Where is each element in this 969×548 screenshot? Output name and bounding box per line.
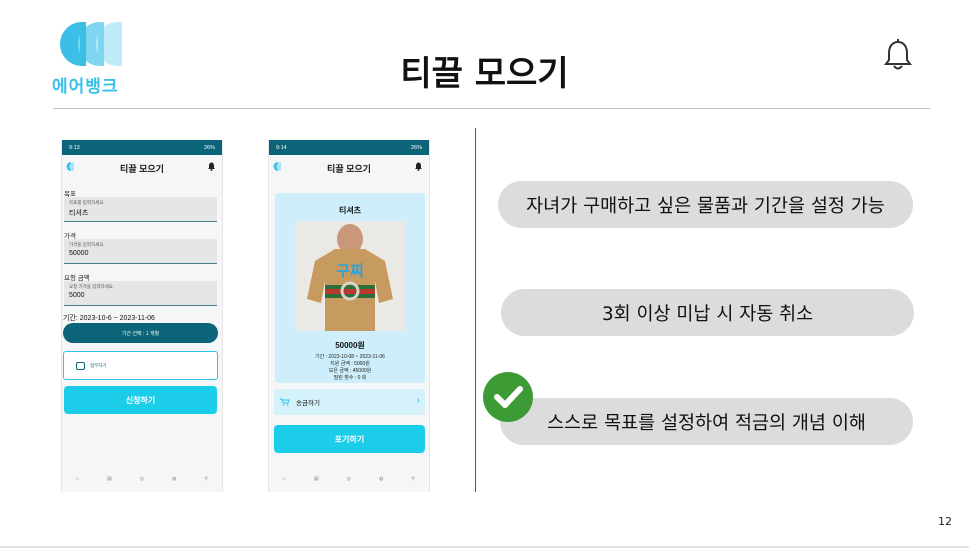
status-time: 9:13: [69, 144, 80, 151]
mini-logo-icon: [66, 162, 74, 171]
detail-missed: 밀린 횟수 : 0 회: [333, 375, 367, 381]
feature-pill-2: 3회 이상 미납 시 자동 취소: [501, 289, 914, 336]
nav-home-icon[interactable]: ⌂: [76, 476, 79, 482]
nav-person-icon[interactable]: ⚲: [204, 476, 208, 482]
app-bar: 티끌 모으기: [269, 155, 429, 181]
price-value: 50000: [69, 250, 89, 257]
bottom-nav: ⌂ ▤ ◎ ◍ ⚲: [62, 476, 222, 482]
request-value: 5000: [69, 292, 85, 299]
shirt-print-text: 구찌: [336, 262, 364, 280]
detail-collected: 모은 금액 : 45000원: [328, 368, 372, 374]
goal-field[interactable]: 목표를 입력하세요. 티셔츠: [64, 197, 217, 222]
period-text: 기간: 2023-10-6 ~ 2023-11-06: [63, 315, 155, 322]
item-name: 티셔츠: [338, 206, 362, 215]
app-title: 티끌 모으기: [327, 163, 371, 174]
nav-home-icon[interactable]: ⌂: [283, 476, 286, 482]
attach-label: 첨부하기: [90, 362, 107, 368]
nav-chat-icon[interactable]: ◎: [347, 476, 351, 482]
goal-placeholder: 목표를 입력하세요.: [69, 200, 105, 205]
bell-icon[interactable]: [884, 38, 912, 72]
item-price: 50000원: [335, 341, 365, 350]
mini-logo-icon: [273, 162, 281, 171]
check-circle-icon: [483, 372, 533, 422]
mini-bell-icon[interactable]: [415, 162, 422, 171]
submit-button[interactable]: 신청하기: [64, 386, 217, 414]
status-bar: 9:13 26%: [62, 140, 222, 155]
tshirt-photo-icon: 구찌: [295, 221, 405, 331]
detail-support: 지원 금액 : 5000원: [330, 361, 370, 367]
price-placeholder: 가격을 입력하세요.: [69, 242, 105, 247]
page-number: 12: [938, 515, 952, 528]
status-battery: 26%: [203, 144, 215, 151]
chevron-right-icon: ›: [416, 395, 420, 406]
nav-list-icon[interactable]: ▤: [107, 476, 112, 482]
phone-screenshot-detail: 9:14 26% 티끌 모으기 티셔츠 구찌 50000원 기간: 2023-…: [268, 140, 430, 492]
request-amount-field[interactable]: 요청 가격을 입력하세요. 5000: [64, 281, 217, 306]
status-bar: 9:14 26%: [269, 140, 429, 155]
nav-list-icon[interactable]: ▤: [314, 476, 319, 482]
product-image: 구찌: [295, 221, 405, 331]
status-time: 9:14: [276, 144, 287, 151]
cart-icon: [280, 398, 290, 406]
nav-pig-icon[interactable]: ◍: [172, 476, 176, 482]
app-title: 티끌 모으기: [120, 163, 164, 174]
nav-chat-icon[interactable]: ◎: [140, 476, 144, 482]
status-battery: 26%: [410, 144, 422, 151]
bottom-nav: ⌂ ▤ ◎ ◍ ⚲: [269, 476, 429, 482]
goal-card: 티셔츠 구찌 50000원 기간 : 2023-10-08 ~ 2023-11-…: [275, 193, 425, 383]
mini-bell-icon[interactable]: [208, 162, 215, 171]
vertical-divider: [475, 128, 476, 492]
send-money-button[interactable]: 송금하기 ›: [274, 389, 425, 415]
detail-period: 기간 : 2023-10-08 ~ 2023-11-06: [315, 354, 385, 360]
request-placeholder: 요청 가격을 입력하세요.: [69, 284, 115, 289]
nav-pig-icon[interactable]: ◍: [379, 476, 383, 482]
phone-screenshot-form: 9:13 26% 티끌 모으기 목표 목표를 입력하세요. 티셔츠 가격 가격을…: [61, 140, 223, 492]
app-bar: 티끌 모으기: [62, 155, 222, 181]
slide: 에어뱅크 티끌 모으기 9:13 26% 티끌 모으기 목표 목표를 입력하세요…: [0, 0, 969, 548]
send-label: 송금하기: [296, 400, 320, 407]
period-select-button[interactable]: 기간 선택 : 1 개월: [63, 323, 218, 343]
goal-value: 티셔츠: [69, 210, 89, 217]
price-field[interactable]: 가격을 입력하세요. 50000: [64, 239, 217, 264]
attach-button[interactable]: 첨부하기: [63, 351, 218, 380]
page-title: 티끌 모으기: [400, 54, 569, 94]
header-divider: [53, 108, 930, 109]
feature-pill-1: 자녀가 구매하고 싶은 물품과 기간을 설정 가능: [498, 181, 913, 228]
give-up-button[interactable]: 포기하기: [274, 425, 425, 453]
nav-person-icon[interactable]: ⚲: [411, 476, 415, 482]
image-icon: [76, 361, 85, 370]
feature-pill-3: 스스로 목표를 설정하여 적금의 개념 이해: [500, 398, 913, 445]
